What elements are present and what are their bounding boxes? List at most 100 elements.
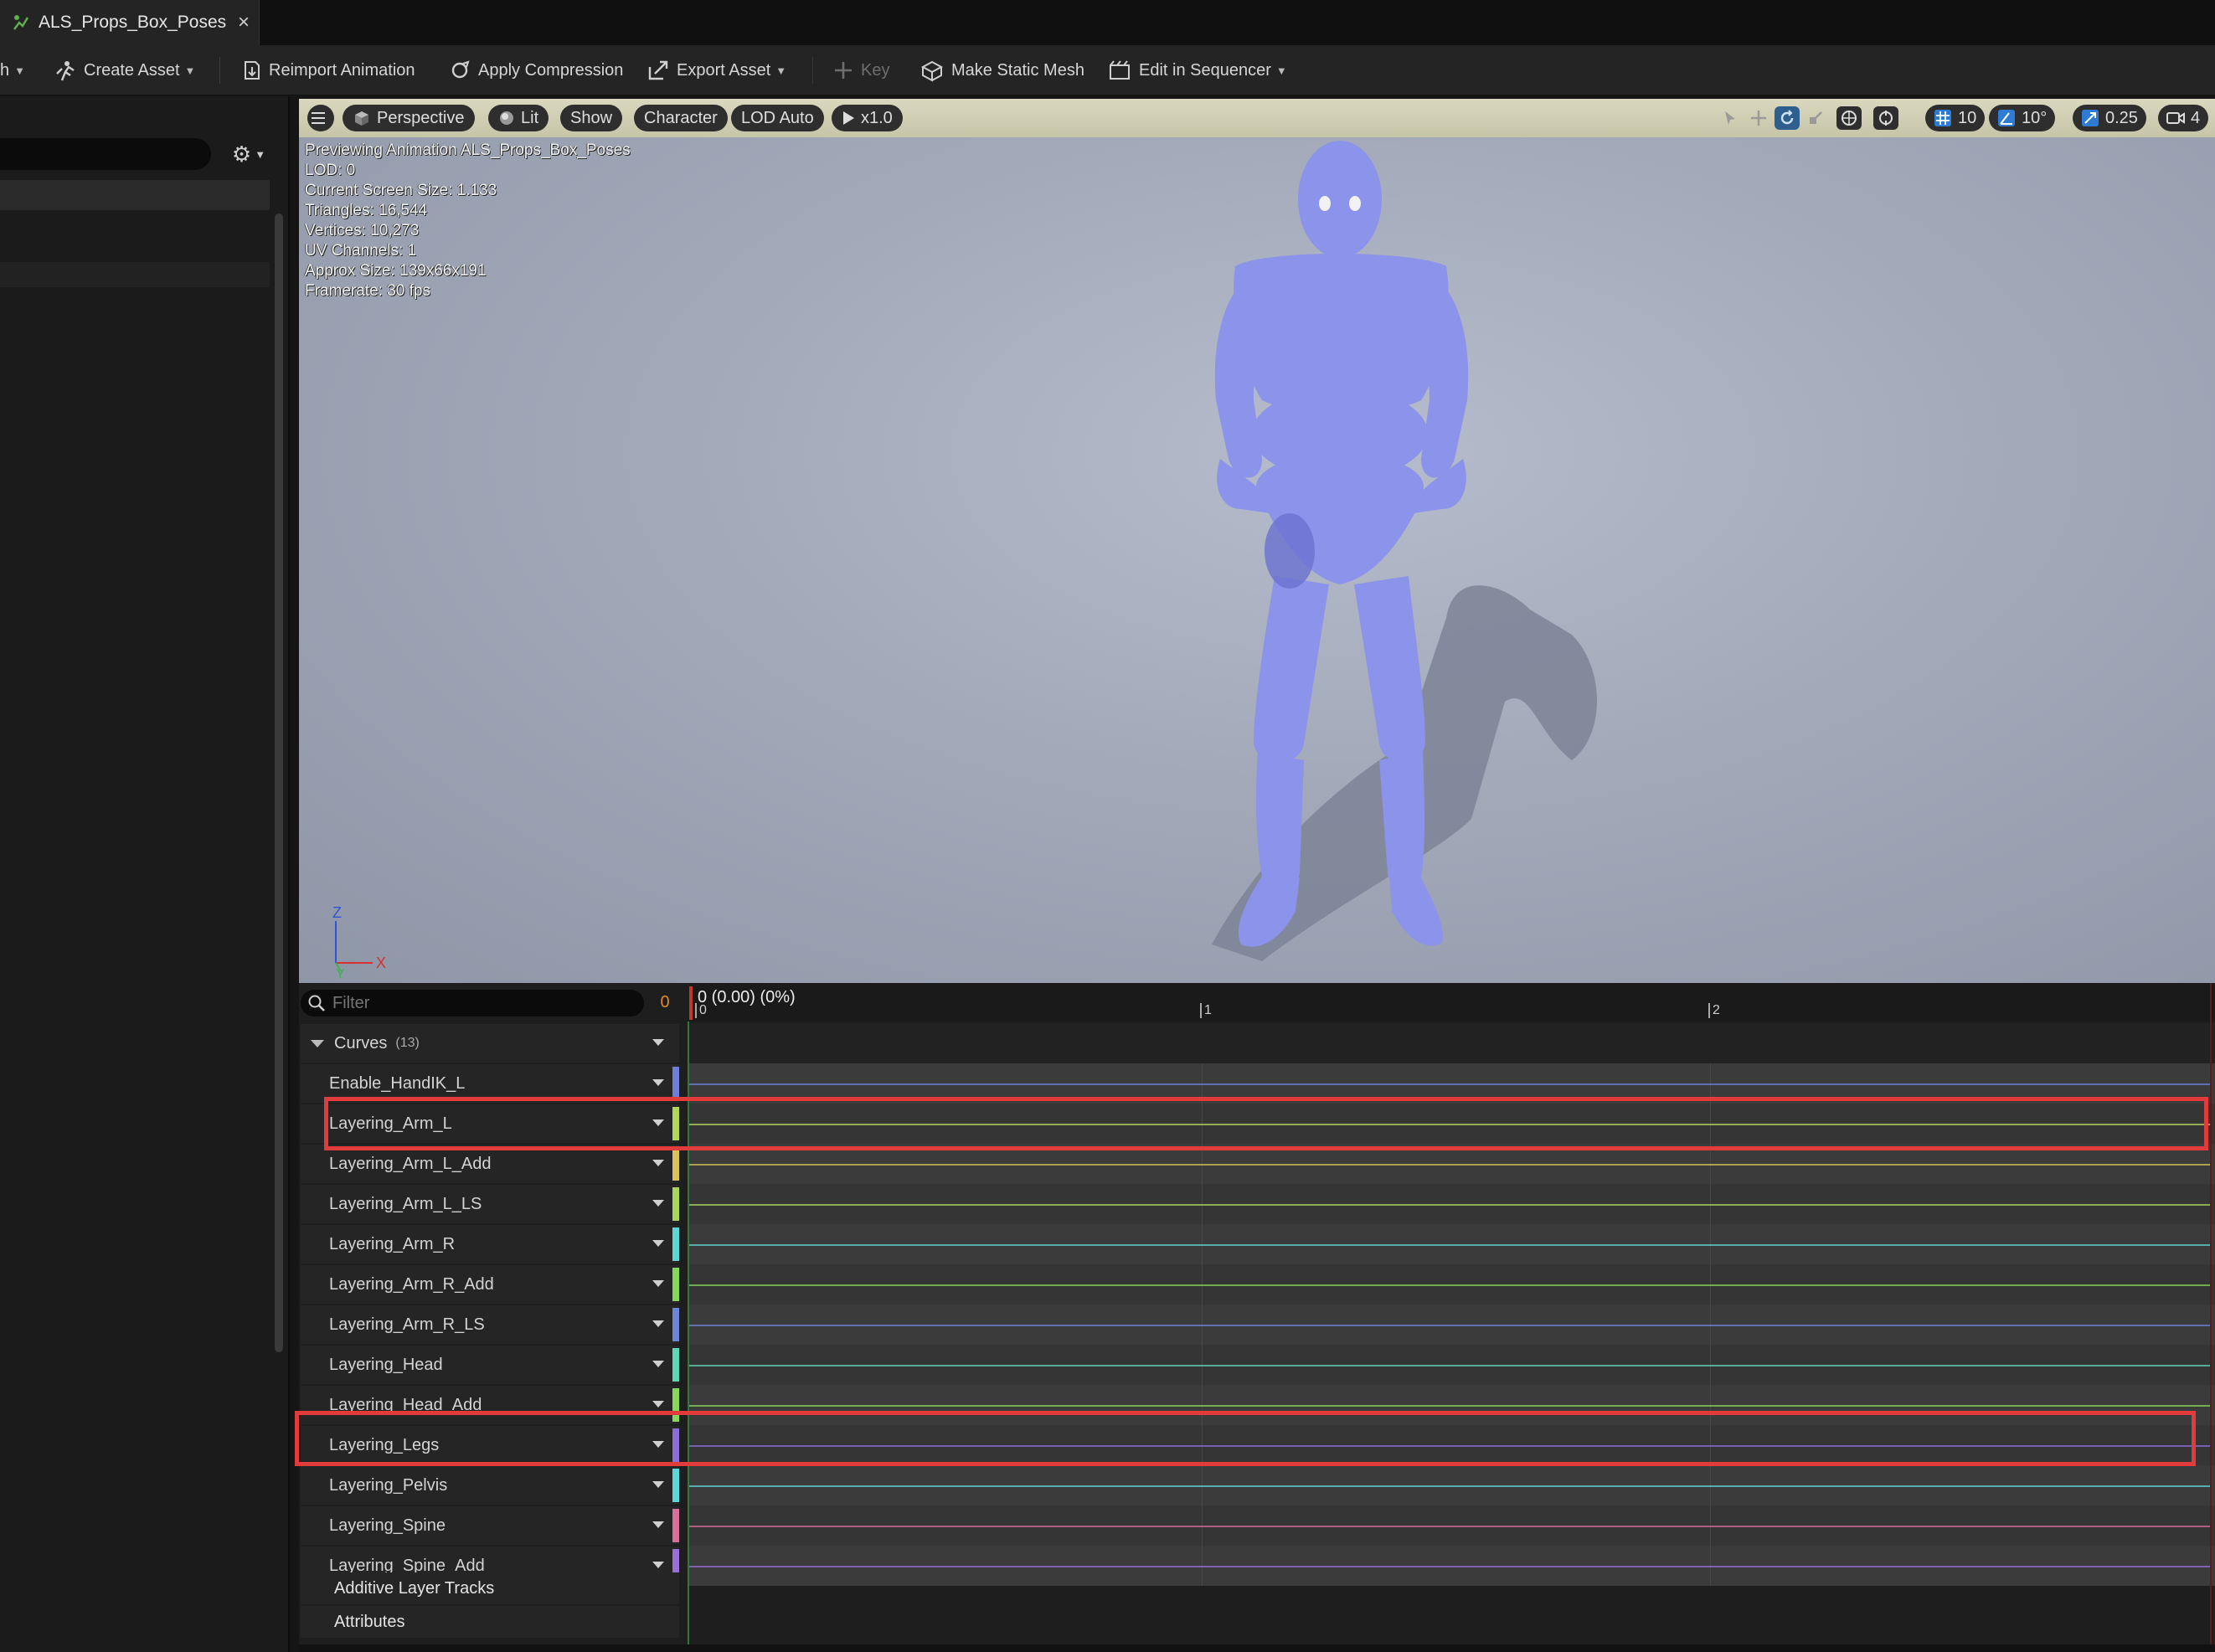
dropdown-arrow-icon[interactable] xyxy=(652,1361,664,1367)
curve-track-lane[interactable] xyxy=(689,1345,2215,1385)
make-static-mesh-button[interactable]: Make Static Mesh xyxy=(919,45,1084,95)
details-property-row[interactable] xyxy=(0,262,270,287)
preview-viewport[interactable]: Perspective Lit Show Character LOD Auto … xyxy=(299,99,2215,983)
curve-track-label[interactable]: Layering_Arm_L_LS xyxy=(301,1185,679,1223)
curve-line xyxy=(689,1244,2210,1246)
curve-color-swatch xyxy=(672,1227,679,1261)
partial-menu-button[interactable]: h ▼ xyxy=(0,45,25,95)
ruler-tick: 0 xyxy=(695,1003,707,1018)
curve-track-lane[interactable] xyxy=(689,1224,2215,1264)
key-button[interactable]: Key xyxy=(832,45,889,95)
curve-name: Layering_Legs xyxy=(329,1435,440,1454)
curve-track-row[interactable]: Layering_Head xyxy=(299,1345,2215,1385)
axis-gizmo: Z X Y xyxy=(332,904,386,978)
curve-track-label[interactable]: Layering_Arm_R xyxy=(301,1225,679,1263)
dropdown-arrow-icon[interactable] xyxy=(652,1039,664,1046)
curve-track-label[interactable]: Layering_Arm_L_Add xyxy=(301,1145,679,1183)
export-icon xyxy=(648,60,668,80)
curve-track-lane[interactable] xyxy=(689,1184,2215,1224)
expand-arrow-icon[interactable] xyxy=(311,1039,324,1047)
curve-track-label[interactable]: Layering_Head xyxy=(301,1346,679,1384)
curves-header-lane xyxy=(689,1023,2215,1063)
curve-track-lane[interactable] xyxy=(689,1425,2215,1465)
curve-track-row[interactable]: Layering_Spine xyxy=(299,1505,2215,1546)
curve-track-row[interactable]: Enable_HandIK_L xyxy=(299,1063,2215,1104)
curve-track-row[interactable]: Layering_Legs xyxy=(299,1425,2215,1465)
curve-track-row[interactable]: Layering_Pelvis xyxy=(299,1465,2215,1505)
dropdown-arrow-icon[interactable] xyxy=(652,1441,664,1448)
time-ruler[interactable]: 0 (0.00) (0%) 0 1 2 xyxy=(689,983,2215,1022)
curve-track-label[interactable]: Enable_HandIK_L xyxy=(301,1064,679,1103)
curve-name: Layering_Arm_L xyxy=(329,1114,452,1133)
curve-track-row[interactable]: Layering_Arm_L xyxy=(299,1104,2215,1144)
dropdown-arrow-icon[interactable] xyxy=(652,1280,664,1287)
curve-name: Layering_Arm_R_Add xyxy=(329,1274,494,1294)
details-category-row[interactable] xyxy=(0,180,270,210)
curve-track-row[interactable]: Layering_Arm_R_Add xyxy=(299,1264,2215,1305)
start-marker xyxy=(688,1022,689,1652)
curve-line xyxy=(689,1445,2210,1447)
curve-track-lane[interactable] xyxy=(689,1305,2215,1345)
apply-compression-button[interactable]: Apply Compression xyxy=(448,45,623,95)
transport-bar xyxy=(299,1644,2215,1652)
track-filter[interactable] xyxy=(301,990,644,1016)
curves-header[interactable]: Curves (13) xyxy=(301,1024,679,1063)
export-asset-button[interactable]: Export Asset ▼ xyxy=(646,45,786,95)
curve-track-row[interactable]: Layering_Arm_R xyxy=(299,1224,2215,1264)
playhead[interactable] xyxy=(689,986,693,1020)
curve-name: Layering_Spine xyxy=(329,1516,446,1535)
static-mesh-icon xyxy=(920,60,944,82)
curve-track-row[interactable]: Layering_Arm_L_Add xyxy=(299,1144,2215,1184)
curve-track-label[interactable]: Layering_Legs xyxy=(301,1426,679,1464)
dropdown-arrow-icon[interactable] xyxy=(652,1562,664,1568)
settings-button[interactable]: ⚙ ▼ xyxy=(226,140,271,168)
curve-color-swatch xyxy=(672,1469,679,1502)
dropdown-arrow-icon[interactable] xyxy=(652,1119,664,1126)
curves-title: Curves xyxy=(334,1033,388,1052)
curve-track-lane[interactable] xyxy=(689,1144,2215,1184)
curve-color-swatch xyxy=(672,1268,679,1301)
filter-input[interactable] xyxy=(332,993,617,1013)
curves-count: (13) xyxy=(395,1036,420,1050)
attributes-row[interactable]: Attributes xyxy=(301,1606,679,1638)
curve-track-lane[interactable] xyxy=(689,1546,2215,1586)
curve-track-label[interactable]: Layering_Arm_R_Add xyxy=(301,1265,679,1304)
close-icon[interactable]: × xyxy=(229,11,259,34)
document-tab[interactable]: ALS_Props_Box_Poses × xyxy=(0,0,260,45)
curve-track-label[interactable]: Layering_Spine xyxy=(301,1506,679,1545)
curve-line xyxy=(689,1365,2210,1366)
curve-track-lane[interactable] xyxy=(689,1063,2215,1104)
curve-track-label[interactable]: Layering_Pelvis xyxy=(301,1466,679,1505)
curves-header-row[interactable]: Curves (13) xyxy=(299,1023,2215,1063)
document-tab-title: ALS_Props_Box_Poses xyxy=(39,13,227,32)
dropdown-arrow-icon[interactable] xyxy=(652,1481,664,1488)
scrollbar[interactable] xyxy=(275,214,283,1352)
dropdown-arrow-icon[interactable] xyxy=(652,1200,664,1207)
dropdown-arrow-icon[interactable] xyxy=(652,1320,664,1327)
curve-track-lane[interactable] xyxy=(689,1465,2215,1505)
chevron-down-icon: ▼ xyxy=(1275,64,1287,77)
dropdown-arrow-icon[interactable] xyxy=(652,1160,664,1166)
create-asset-button[interactable]: Create Asset ▼ xyxy=(54,45,195,95)
dropdown-arrow-icon[interactable] xyxy=(652,1079,664,1086)
curve-track-row[interactable]: Layering_Arm_L_LS xyxy=(299,1184,2215,1224)
reimport-animation-button[interactable]: Reimport Animation xyxy=(239,45,415,95)
dropdown-arrow-icon[interactable] xyxy=(652,1521,664,1528)
curve-track-label[interactable]: Layering_Arm_L xyxy=(301,1104,679,1143)
dropdown-arrow-icon[interactable] xyxy=(652,1240,664,1247)
curve-track-lane[interactable] xyxy=(689,1104,2215,1144)
curve-track-lane[interactable] xyxy=(689,1264,2215,1305)
curve-track-lane[interactable] xyxy=(689,1385,2215,1425)
details-search-input[interactable] xyxy=(0,138,211,170)
curve-track-lane[interactable] xyxy=(689,1505,2215,1546)
end-marker xyxy=(2210,983,2212,1652)
reimport-icon xyxy=(245,61,260,80)
curve-track-row[interactable]: Layering_Arm_R_LS xyxy=(299,1305,2215,1345)
curve-track-row[interactable]: Layering_Head_Add xyxy=(299,1385,2215,1425)
curve-line xyxy=(689,1284,2210,1286)
additive-layer-tracks-row[interactable]: Additive Layer Tracks xyxy=(301,1572,679,1604)
edit-in-sequencer-button[interactable]: Edit in Sequencer ▼ xyxy=(1107,45,1287,95)
curve-track-label[interactable]: Layering_Head_Add xyxy=(301,1386,679,1424)
dropdown-arrow-icon[interactable] xyxy=(652,1401,664,1408)
curve-track-label[interactable]: Layering_Arm_R_LS xyxy=(301,1305,679,1344)
